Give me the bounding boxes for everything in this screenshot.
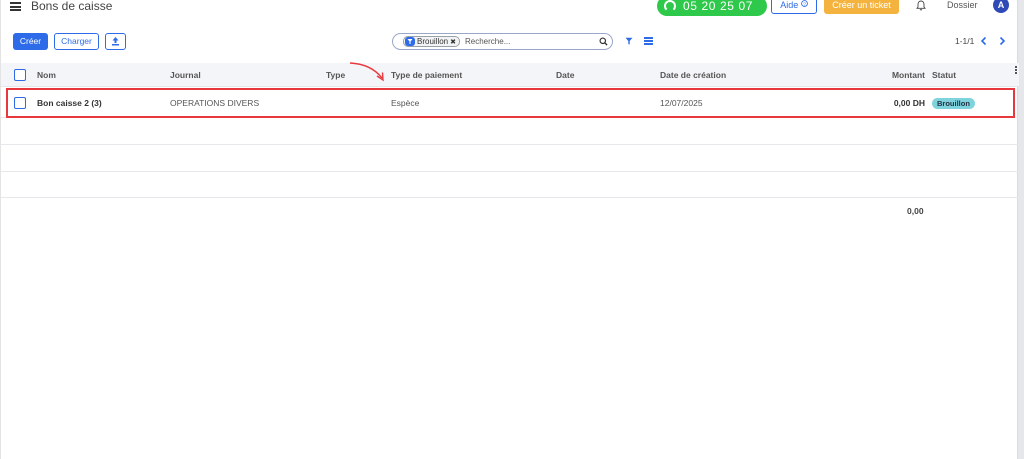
list-view-icon[interactable] [644, 37, 653, 45]
headset-icon [664, 0, 676, 12]
empty-row [1, 119, 1019, 145]
avatar[interactable]: A [993, 0, 1009, 13]
page: Bons de caisse 05 20 25 07 07 Aide ? Cré… [0, 0, 1019, 459]
empty-row [1, 173, 1019, 198]
upload-icon [112, 37, 119, 46]
facet-label: Brouillon [417, 37, 449, 46]
chevron-left-icon[interactable] [979, 35, 989, 47]
chevron-right-icon[interactable] [997, 35, 1007, 47]
annotation-arrow-icon [349, 62, 384, 82]
select-all-checkbox[interactable] [14, 69, 26, 81]
help-circle-icon: ? [800, 0, 808, 7]
table-header: Nom Journal Type Type de paiement Date D… [1, 63, 1019, 87]
phone-support-badge[interactable]: 05 20 25 07 07 [657, 0, 767, 33]
column-header-date[interactable]: Date [556, 71, 574, 80]
cell-montant: 0,00 DH [893, 98, 925, 108]
column-header-date-creation[interactable]: Date de création [660, 71, 726, 80]
create-button[interactable]: Créer [13, 33, 48, 50]
cell-type-paiement: Espèce [391, 98, 420, 108]
column-header-journal[interactable]: Journal [170, 71, 201, 80]
facet-filter-icon [405, 37, 415, 46]
search-bar[interactable]: Brouillon ✖ [392, 33, 613, 50]
help-label: Aide [780, 0, 799, 10]
total-amount: 0,00 [907, 206, 924, 216]
phone-number: 05 20 25 07 07 [683, 0, 753, 33]
top-bar: Bons de caisse 05 20 25 07 07 Aide ? Cré… [1, 0, 1019, 33]
column-header-statut[interactable]: Statut [932, 71, 956, 80]
cell-date-creation: 12/07/2025 [660, 98, 703, 108]
hamburger-menu-icon[interactable] [10, 2, 21, 11]
upload-button[interactable] [105, 33, 126, 50]
cell-nom: Bon caisse 2 (3) [37, 98, 102, 108]
column-header-type[interactable]: Type [326, 71, 345, 80]
facet-remove-icon[interactable]: ✖ [450, 39, 456, 46]
create-ticket-button[interactable]: Créer un ticket [824, 0, 899, 14]
notification-bell-icon[interactable] [916, 0, 926, 11]
page-title: Bons de caisse [31, 0, 113, 13]
filter-icon[interactable] [625, 37, 633, 45]
search-icon[interactable] [599, 37, 608, 46]
column-options-icon[interactable] [1015, 66, 1018, 76]
cell-journal: OPERATIONS DIVERS [170, 98, 260, 108]
pager-value[interactable]: 1-1/1 [955, 37, 974, 46]
load-button[interactable]: Charger [54, 33, 99, 50]
help-button[interactable]: Aide ? [771, 0, 817, 14]
column-header-montant[interactable]: Montant [892, 71, 925, 80]
search-input[interactable] [465, 35, 585, 48]
column-header-type-paiement[interactable]: Type de paiement [391, 71, 462, 80]
row-checkbox[interactable] [14, 97, 26, 109]
table-row[interactable]: Bon caisse 2 (3) OPERATIONS DIVERS Espèc… [1, 88, 1019, 118]
filter-facet-brouillon[interactable]: Brouillon ✖ [403, 36, 461, 47]
column-header-nom[interactable]: Nom [37, 71, 56, 80]
status-badge: Brouillon [932, 98, 975, 109]
svg-text:?: ? [803, 1, 806, 7]
empty-row [1, 146, 1019, 172]
dossier-menu[interactable]: Dossier [947, 0, 978, 11]
